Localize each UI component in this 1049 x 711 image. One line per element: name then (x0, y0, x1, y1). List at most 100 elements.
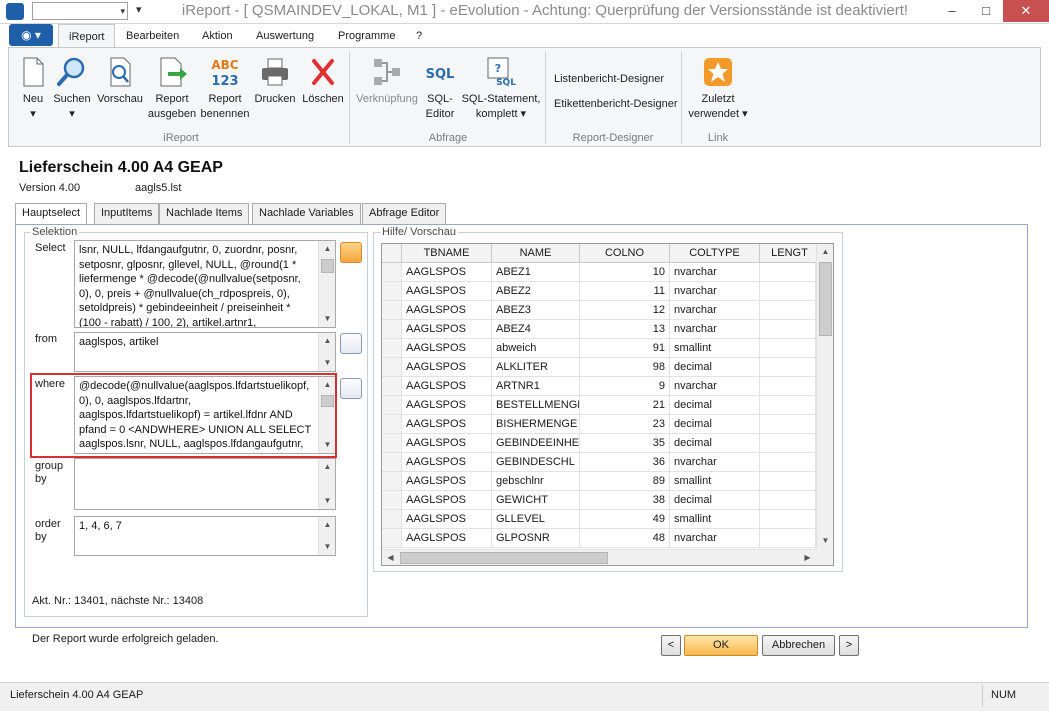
report-output-button[interactable]: Report ausgeben (146, 56, 198, 122)
cell-name[interactable]: GLLEVEL (492, 510, 580, 529)
cell-name[interactable]: GEWICHT (492, 491, 580, 510)
scroll-up-icon[interactable]: ▲ (319, 241, 335, 257)
from-edit-button[interactable] (340, 333, 362, 354)
scroll-down-icon[interactable]: ▼ (319, 493, 335, 509)
where-edit-button[interactable] (340, 378, 362, 399)
scroll-down-icon[interactable]: ▼ (319, 539, 335, 555)
cell-coltype[interactable]: decimal (670, 396, 760, 415)
row-indicator[interactable] (382, 377, 402, 396)
tab-hauptselect[interactable]: Hauptselect (15, 203, 88, 226)
cell-colno[interactable]: 23 (580, 415, 670, 434)
cell-length[interactable] (760, 358, 816, 377)
cell-name[interactable]: ARTNR1 (492, 377, 580, 396)
delete-button[interactable]: Löschen (300, 56, 346, 107)
orderby-textarea[interactable]: 1, 4, 6, 7 ▲ ▼ (74, 516, 336, 556)
cell-tbname[interactable]: AAGLSPOS (402, 434, 492, 453)
cell-tbname[interactable]: AAGLSPOS (402, 510, 492, 529)
row-indicator[interactable] (382, 358, 402, 377)
cell-tbname[interactable]: AAGLSPOS (402, 339, 492, 358)
scroll-up-icon[interactable]: ▲ (319, 517, 335, 533)
column-header-coltype[interactable]: COLTYPE (670, 244, 760, 263)
tab-inputitems[interactable]: InputItems (94, 203, 160, 224)
search-button[interactable]: Suchen ▾ (52, 56, 92, 122)
cell-length[interactable] (760, 396, 816, 415)
cell-name[interactable]: abweich (492, 339, 580, 358)
new-button[interactable]: Neu ▾ (16, 56, 50, 122)
cell-length[interactable] (760, 491, 816, 510)
cell-tbname[interactable]: AAGLSPOS (402, 358, 492, 377)
row-indicator[interactable] (382, 415, 402, 434)
from-scrollbar[interactable]: ▲ ▼ (318, 333, 335, 371)
scroll-up-icon[interactable]: ▲ (817, 244, 833, 260)
cell-name[interactable]: ABEZ4 (492, 320, 580, 339)
cell-colno[interactable]: 89 (580, 472, 670, 491)
scroll-down-icon[interactable]: ▼ (319, 355, 335, 371)
cell-coltype[interactable]: decimal (670, 358, 760, 377)
cell-coltype[interactable]: nvarchar (670, 320, 760, 339)
cell-name[interactable]: ABEZ2 (492, 282, 580, 301)
tab-nachlade-variables[interactable]: Nachlade Variables (252, 203, 361, 224)
database-combo[interactable]: ▾ (32, 2, 128, 20)
tab-auswertung[interactable]: Auswertung (246, 24, 324, 48)
cell-colno[interactable]: 48 (580, 529, 670, 548)
grid-hscroll[interactable]: ◀ ▶ (382, 549, 816, 565)
select-edit-button[interactable] (340, 242, 362, 263)
row-indicator[interactable] (382, 282, 402, 301)
cell-tbname[interactable]: AAGLSPOS (402, 301, 492, 320)
column-header-length[interactable]: LENGT (760, 244, 820, 263)
quick-access-menu-icon[interactable]: ▾ (136, 3, 142, 16)
recently-used-button[interactable]: Zuletzt verwendet ▾ (686, 56, 750, 122)
cell-length[interactable] (760, 263, 816, 282)
tab-nachlade-items[interactable]: Nachlade Items (159, 203, 250, 224)
cell-length[interactable] (760, 415, 816, 434)
cell-colno[interactable]: 21 (580, 396, 670, 415)
previous-button[interactable]: < (661, 635, 681, 656)
maximize-button[interactable]: □ (969, 0, 1003, 22)
cell-length[interactable] (760, 510, 816, 529)
cell-name[interactable]: ABEZ3 (492, 301, 580, 320)
row-indicator[interactable] (382, 510, 402, 529)
row-indicator[interactable] (382, 529, 402, 548)
cell-name[interactable]: BISHERMENGE (492, 415, 580, 434)
cell-colno[interactable]: 10 (580, 263, 670, 282)
scroll-thumb[interactable] (321, 259, 334, 273)
preview-button[interactable]: Vorschau (96, 56, 144, 107)
cell-tbname[interactable]: AAGLSPOS (402, 491, 492, 510)
cell-tbname[interactable]: AAGLSPOS (402, 320, 492, 339)
cell-length[interactable] (760, 453, 816, 472)
scroll-down-icon[interactable]: ▼ (319, 311, 335, 327)
row-indicator[interactable] (382, 472, 402, 491)
cell-colno[interactable]: 36 (580, 453, 670, 472)
sql-editor-button[interactable]: SQL SQL- Editor (420, 56, 460, 122)
application-menu-button[interactable]: ◉ ▾ (9, 24, 53, 46)
grid-vscroll[interactable]: ▲ ▼ (816, 244, 833, 549)
report-rename-button[interactable]: ABC 123 Report benennen (199, 56, 251, 122)
select-scrollbar[interactable]: ▲ ▼ (318, 241, 335, 327)
cell-tbname[interactable]: AAGLSPOS (402, 529, 492, 548)
cell-colno[interactable]: 38 (580, 491, 670, 510)
cell-coltype[interactable]: nvarchar (670, 453, 760, 472)
row-indicator[interactable] (382, 320, 402, 339)
cell-length[interactable] (760, 301, 816, 320)
tab-abfrage-editor[interactable]: Abfrage Editor (362, 203, 447, 224)
row-indicator[interactable] (382, 396, 402, 415)
cell-name[interactable]: BESTELLMENGE (492, 396, 580, 415)
row-indicator[interactable] (382, 263, 402, 282)
cell-name[interactable]: ABEZ1 (492, 263, 580, 282)
scroll-thumb[interactable] (400, 552, 608, 564)
groupby-textarea[interactable]: ▲ ▼ (74, 458, 336, 510)
cell-coltype[interactable]: smallint (670, 339, 760, 358)
tab-bearbeiten[interactable]: Bearbeiten (116, 24, 189, 48)
scroll-right-icon[interactable]: ▶ (799, 550, 816, 565)
cell-coltype[interactable]: decimal (670, 491, 760, 510)
cell-coltype[interactable]: decimal (670, 434, 760, 453)
cell-colno[interactable]: 13 (580, 320, 670, 339)
tab-programme[interactable]: Programme (328, 24, 405, 48)
cell-coltype[interactable]: smallint (670, 510, 760, 529)
row-indicator[interactable] (382, 339, 402, 358)
label-report-designer-link[interactable]: Etikettenbericht-Designer (554, 98, 678, 110)
scroll-up-icon[interactable]: ▲ (319, 333, 335, 349)
cell-tbname[interactable]: AAGLSPOS (402, 415, 492, 434)
cell-length[interactable] (760, 529, 816, 548)
cell-colno[interactable]: 12 (580, 301, 670, 320)
